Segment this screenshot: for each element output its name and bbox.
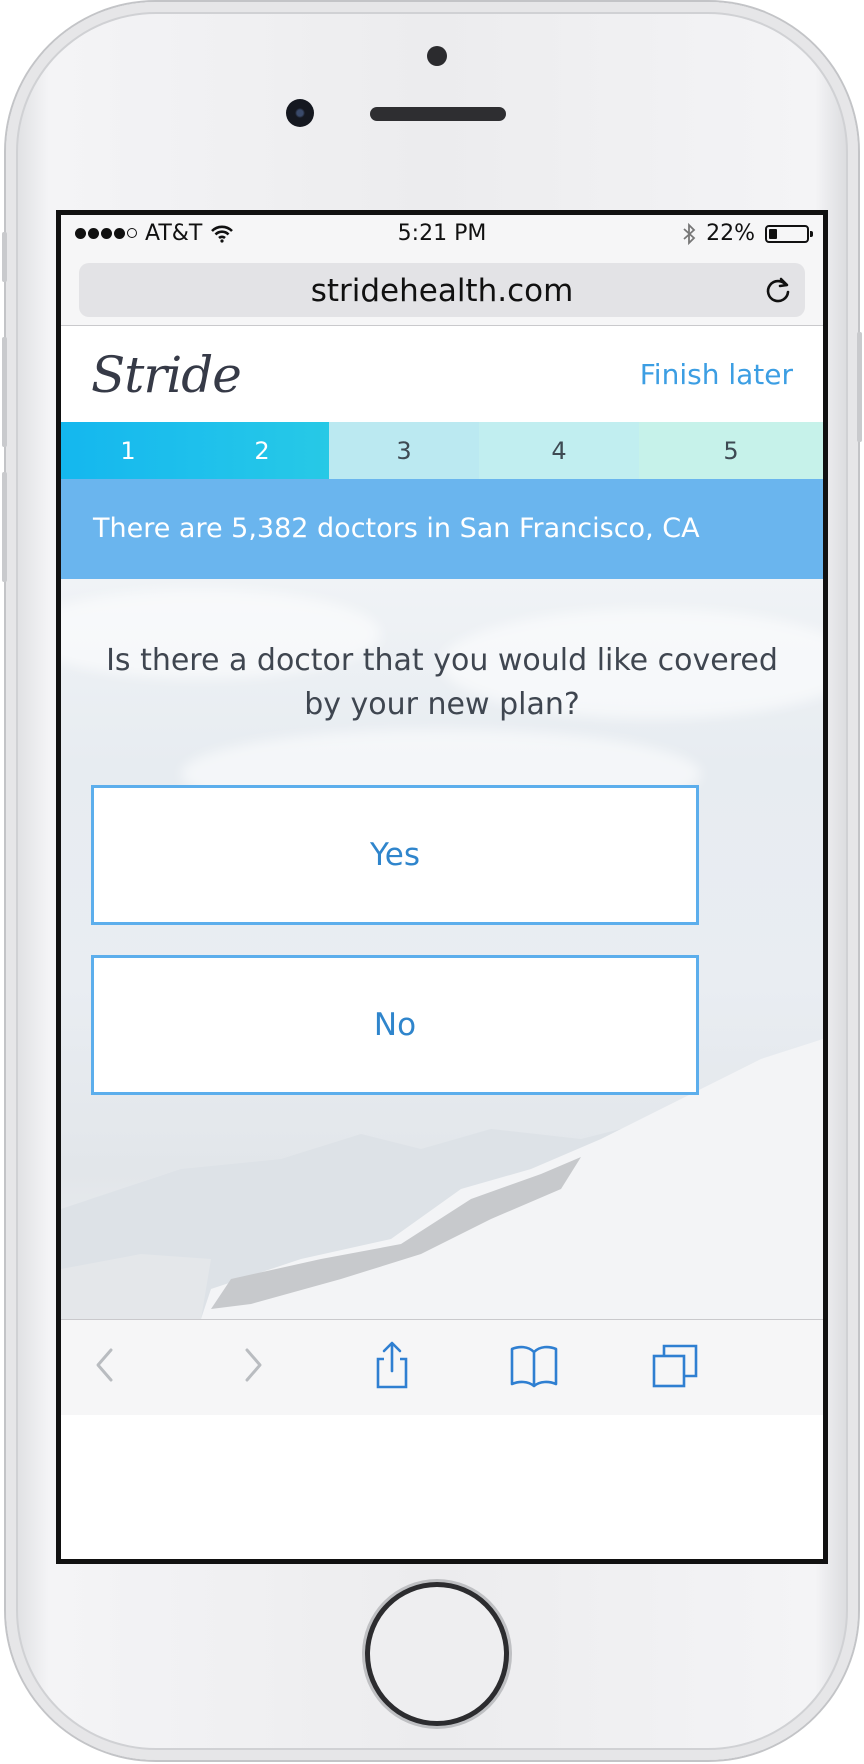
bluetooth-icon bbox=[683, 222, 696, 245]
app-header: Stride Finish later bbox=[61, 326, 823, 422]
step-1[interactable]: 1 bbox=[61, 422, 195, 479]
status-bar: AT&T 5:21 PM 22% bbox=[61, 215, 823, 255]
url-field[interactable]: stridehealth.com bbox=[79, 263, 805, 317]
earpiece-speaker bbox=[370, 107, 506, 121]
forward-icon[interactable] bbox=[227, 1340, 277, 1390]
bookmarks-icon[interactable] bbox=[509, 1340, 559, 1390]
phone-frame: AT&T 5:21 PM 22% stridehealth.com Stride… bbox=[2, 2, 862, 1760]
volume-down-button bbox=[2, 472, 7, 582]
question-panel: Is there a doctor that you would like co… bbox=[61, 579, 823, 1319]
step-progress: 1 2 3 4 5 bbox=[61, 422, 823, 479]
volume-up-button bbox=[2, 337, 7, 447]
battery-icon bbox=[765, 224, 813, 243]
url-text: stridehealth.com bbox=[310, 273, 574, 309]
back-icon[interactable] bbox=[81, 1340, 131, 1390]
stride-logo[interactable]: Stride bbox=[91, 346, 242, 404]
power-button bbox=[857, 332, 862, 442]
browser-address-bar: stridehealth.com bbox=[61, 255, 823, 326]
step-5[interactable]: 5 bbox=[639, 422, 823, 479]
doctor-count-banner: There are 5,382 doctors in San Francisco… bbox=[61, 479, 823, 579]
battery-percent: 22% bbox=[706, 221, 755, 246]
reload-icon[interactable] bbox=[763, 275, 793, 305]
step-4[interactable]: 4 bbox=[479, 422, 639, 479]
no-button[interactable]: No bbox=[91, 955, 699, 1095]
step-2[interactable]: 2 bbox=[195, 422, 329, 479]
mute-switch bbox=[2, 232, 7, 282]
tabs-icon[interactable] bbox=[651, 1340, 701, 1390]
browser-toolbar bbox=[61, 1319, 823, 1415]
home-button[interactable] bbox=[370, 1587, 504, 1721]
finish-later-link[interactable]: Finish later bbox=[640, 358, 793, 391]
proximity-sensor bbox=[427, 46, 447, 66]
question-text: Is there a doctor that you would like co… bbox=[106, 643, 778, 722]
share-icon[interactable] bbox=[367, 1340, 417, 1390]
screen: AT&T 5:21 PM 22% stridehealth.com Stride… bbox=[56, 210, 828, 1564]
banner-text: There are 5,382 doctors in San Francisco… bbox=[93, 513, 700, 544]
yes-button[interactable]: Yes bbox=[91, 785, 699, 925]
step-3[interactable]: 3 bbox=[329, 422, 479, 479]
front-camera bbox=[286, 99, 314, 127]
